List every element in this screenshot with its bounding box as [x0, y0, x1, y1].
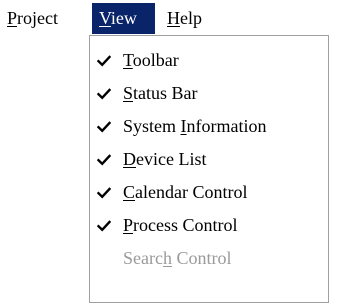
label-before: Searc	[123, 248, 163, 268]
label-after: nformation	[186, 116, 267, 136]
menu-item-label: Calendar Control	[123, 176, 247, 209]
menu-item-toolbar[interactable]: Toolbar	[90, 44, 328, 77]
label-mnemonic: T	[123, 50, 133, 70]
menu-view[interactable]: View	[92, 3, 155, 34]
menu-help-mnemonic: H	[167, 8, 180, 28]
menu-bar: Project View Help	[0, 0, 355, 37]
menu-item-search-control: Search Control	[90, 242, 328, 275]
menu-item-label: Search Control	[123, 242, 232, 275]
label-after: oolbar	[132, 50, 179, 70]
label-mnemonic: h	[162, 248, 172, 268]
checkmark-icon	[94, 143, 114, 176]
label-after: alendar Control	[135, 182, 248, 202]
label-before: System	[123, 116, 181, 136]
menu-project-after: roject	[17, 8, 58, 28]
checkmark-icon	[94, 110, 114, 143]
menu-item-label: Device List	[123, 143, 206, 176]
menu-item-label: System Information	[123, 110, 267, 143]
menu-view-after: iew	[110, 8, 137, 28]
label-mnemonic: D	[123, 149, 136, 169]
label-mnemonic: S	[123, 83, 134, 103]
menu-item-label: Process Control	[123, 209, 238, 242]
checkmark-icon	[94, 44, 114, 77]
menu-item-process-control[interactable]: Process Control	[90, 209, 328, 242]
menu-project-mnemonic: P	[7, 8, 18, 28]
menu-item-calendar-control[interactable]: Calendar Control	[90, 176, 328, 209]
view-dropdown-menu: Toolbar Status Bar System Information De…	[89, 35, 329, 303]
menu-item-device-list[interactable]: Device List	[90, 143, 328, 176]
menu-project[interactable]: Project	[1, 3, 64, 34]
menu-item-label: Toolbar	[123, 44, 179, 77]
label-after: evice List	[136, 149, 207, 169]
checkmark-icon	[94, 176, 114, 209]
label-after: tatus Bar	[133, 83, 198, 103]
checkmark-icon	[94, 209, 114, 242]
label-mnemonic: C	[123, 182, 136, 202]
menu-view-mnemonic: V	[99, 8, 111, 28]
application-window: Project View Help Toolbar Status Bar Sys…	[0, 0, 355, 305]
checkmark-icon	[94, 77, 114, 110]
menu-help[interactable]: Help	[161, 3, 208, 34]
menu-item-status-bar[interactable]: Status Bar	[90, 77, 328, 110]
label-mnemonic: P	[123, 215, 134, 235]
menu-help-after: elp	[180, 8, 202, 28]
label-after: rocess Control	[133, 215, 238, 235]
label-after: Control	[171, 248, 232, 268]
menu-item-system-information[interactable]: System Information	[90, 110, 328, 143]
menu-item-label: Status Bar	[123, 77, 198, 110]
